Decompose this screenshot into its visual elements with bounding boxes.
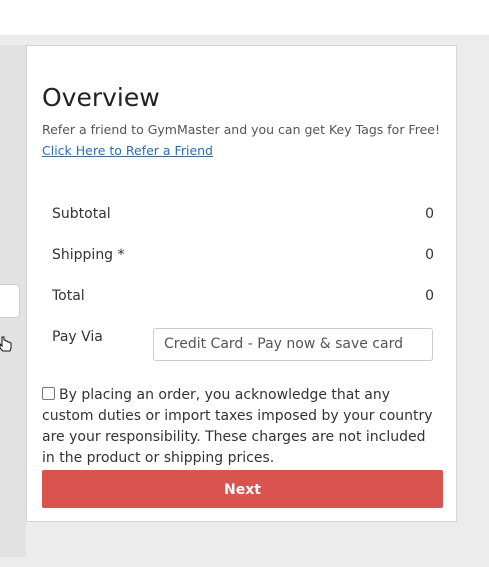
shipping-label: Shipping * [52,247,125,263]
subtotal-label: Subtotal [52,206,111,222]
shipping-value: 0 [425,247,434,263]
total-row: Total 0 [52,288,434,310]
page-title: Overview [42,83,160,112]
referral-message: Refer a friend to GymMaster and you can … [42,119,442,161]
referral-text: Refer a friend to GymMaster and you can … [42,122,440,137]
subtotal-value: 0 [425,206,434,222]
hand-cursor-icon [0,336,12,352]
next-button[interactable]: Next [42,470,443,508]
payment-method-select[interactable]: Credit Card - Pay now & save card [153,328,433,361]
subtotal-row: Subtotal 0 [52,206,434,228]
refer-friend-link[interactable]: Click Here to Refer a Friend [42,143,213,158]
total-label: Total [52,288,85,304]
acknowledgement-checkbox[interactable] [42,387,55,400]
overview-card: Overview Refer a friend to GymMaster and… [26,45,457,522]
shipping-row: Shipping * 0 [52,247,434,269]
acknowledgement-text: By placing an order, you acknowledge tha… [42,387,433,466]
page: Overview Refer a friend to GymMaster and… [0,0,489,567]
acknowledgement: By placing an order, you acknowledge tha… [42,385,442,469]
total-value: 0 [425,288,434,304]
left-panel-input[interactable] [0,284,20,318]
pay-via-label: Pay Via [52,329,103,345]
